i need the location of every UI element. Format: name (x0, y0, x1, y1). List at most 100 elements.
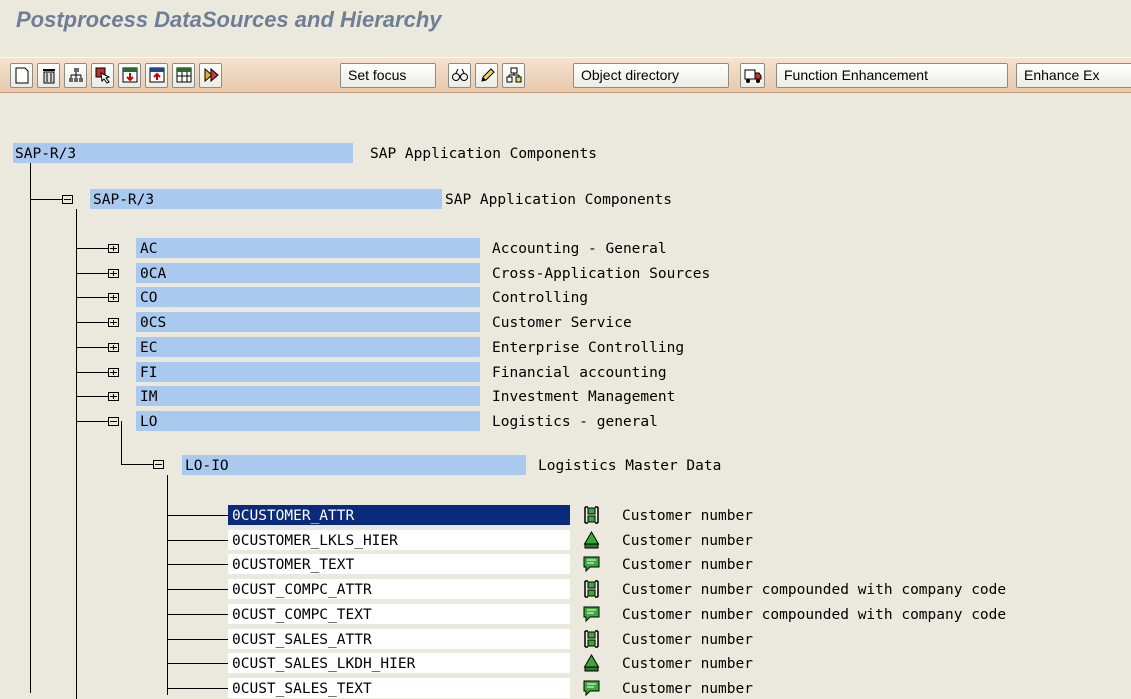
tree-connector-line (76, 347, 108, 348)
tree-node-id: AC (140, 241, 158, 257)
attr-icon (584, 580, 599, 598)
find-button[interactable] (448, 63, 471, 88)
tree-node-id: 0CA (140, 266, 167, 282)
expand-node-toggle[interactable] (108, 244, 119, 253)
tree-node-highlight[interactable] (136, 362, 480, 382)
hierarchy-icon (583, 654, 600, 672)
tree-connector-line (76, 297, 108, 298)
text-icon (583, 606, 600, 623)
datasource-name: 0CUST_SALES_LKDH_HIER (232, 656, 416, 672)
collapse-node-toggle[interactable] (153, 460, 164, 469)
truck-icon (744, 69, 762, 83)
tree-node-desc: Financial accounting (492, 365, 667, 381)
tree-connector-line (30, 199, 62, 200)
tree-node-highlight[interactable] (136, 263, 480, 283)
tree-connector-line (76, 209, 77, 699)
tree-node-desc: Accounting - General (492, 241, 667, 257)
transport-button[interactable] (502, 63, 525, 88)
datasource-desc: Customer number (622, 656, 753, 672)
insert-button[interactable] (118, 63, 141, 88)
tree-node-desc: SAP Application Components (370, 146, 597, 162)
tree-node-id: SAP-R/3 (93, 192, 155, 208)
tree-connector-line (30, 163, 31, 693)
datasource-desc: Customer number (622, 557, 753, 573)
object-directory-button[interactable]: Object directory (573, 63, 729, 88)
tree-connector-line (121, 464, 153, 465)
create-button[interactable] (10, 63, 33, 88)
tree-node-highlight[interactable] (182, 455, 526, 475)
tree-connector-line (76, 396, 108, 397)
hierarchy-icon (69, 68, 83, 82)
hierarchy-button[interactable] (64, 63, 87, 88)
datasource-name: 0CUST_COMPC_TEXT (232, 607, 372, 623)
expand-node-toggle[interactable] (108, 392, 119, 401)
tree-node-desc: Cross-Application Sources (492, 266, 711, 282)
tree-node-highlight[interactable] (136, 312, 480, 332)
trash-icon (43, 69, 55, 84)
collapse-node-toggle[interactable] (108, 417, 119, 426)
tree-node-highlight[interactable] (136, 411, 480, 431)
tree-connector-line (76, 248, 108, 249)
tree-connector-line (167, 515, 229, 516)
expand-node-toggle[interactable] (108, 269, 119, 278)
tree-connector-line (167, 564, 229, 565)
select-pointer-icon (95, 67, 111, 84)
datasource-desc: Customer number (622, 508, 753, 524)
function-enhancement-button[interactable]: Function Enhancement (776, 63, 1008, 88)
expand-node-toggle[interactable] (108, 318, 119, 327)
datasource-name: 0CUSTOMER_ATTR (232, 508, 355, 524)
tree-node-desc: Logistics Master Data (538, 458, 722, 474)
table-icon (176, 67, 192, 83)
attr-icon (584, 630, 599, 648)
datasource-desc: Customer number (622, 632, 753, 648)
execute-icon (204, 67, 219, 83)
binoculars-icon (452, 68, 468, 81)
tree-connector-line (167, 589, 229, 590)
transport-organizer-button[interactable] (740, 63, 765, 88)
datasource-name: 0CUSTOMER_TEXT (232, 557, 355, 573)
tree-node-desc: Investment Management (492, 389, 676, 405)
datasource-desc: Customer number compounded with company … (622, 607, 1007, 623)
move-up-icon (149, 67, 165, 83)
move-button[interactable] (145, 63, 168, 88)
enhance-button[interactable]: Enhance Ex (1016, 63, 1131, 88)
expand-node-toggle[interactable] (108, 293, 119, 302)
tree-node-highlight[interactable] (136, 287, 480, 307)
edit-button[interactable] (475, 63, 498, 88)
execute-button[interactable] (199, 63, 222, 88)
tree-connector-line (167, 540, 229, 541)
pencil-icon (481, 68, 495, 82)
tree-node-desc: Customer Service (492, 315, 632, 331)
tree-connector-line (121, 421, 122, 464)
tree-node-id: CO (140, 290, 158, 306)
datasource-name: 0CUST_SALES_ATTR (232, 632, 372, 648)
tree-node-desc: SAP Application Components (445, 192, 672, 208)
table-button[interactable] (172, 63, 195, 88)
tree-node-highlight[interactable] (136, 386, 480, 406)
tree-node-highlight[interactable] (136, 238, 480, 258)
text-icon (583, 556, 600, 573)
tree-connector-line (76, 372, 108, 373)
tree-node-id: LO (140, 414, 158, 430)
page-title: Postprocess DataSources and Hierarchy (16, 7, 442, 32)
datasource-name: 0CUSTOMER_LKLS_HIER (232, 533, 398, 549)
tree-node-id: FI (140, 365, 158, 381)
expand-node-toggle[interactable] (108, 368, 119, 377)
tree-node-desc: Enterprise Controlling (492, 340, 685, 356)
tree-connector-line (167, 639, 229, 640)
collapse-node-toggle[interactable] (62, 195, 73, 204)
expand-node-toggle[interactable] (108, 343, 119, 352)
tree-node-highlight[interactable] (136, 337, 480, 357)
tree-connector-line (167, 688, 229, 689)
tree-connector-line (76, 273, 108, 274)
select-button[interactable] (91, 63, 114, 88)
hierarchy-icon (583, 531, 600, 549)
new-document-icon (15, 67, 29, 84)
tree-node-id: EC (140, 340, 158, 356)
tree-connector-line (167, 614, 229, 615)
tree-node-id: 0CS (140, 315, 167, 331)
delete-button[interactable] (37, 63, 60, 88)
datasource-desc: Customer number (622, 681, 753, 697)
tree-node-id: SAP-R/3 (15, 146, 77, 162)
set-focus-button[interactable]: Set focus (340, 63, 436, 88)
